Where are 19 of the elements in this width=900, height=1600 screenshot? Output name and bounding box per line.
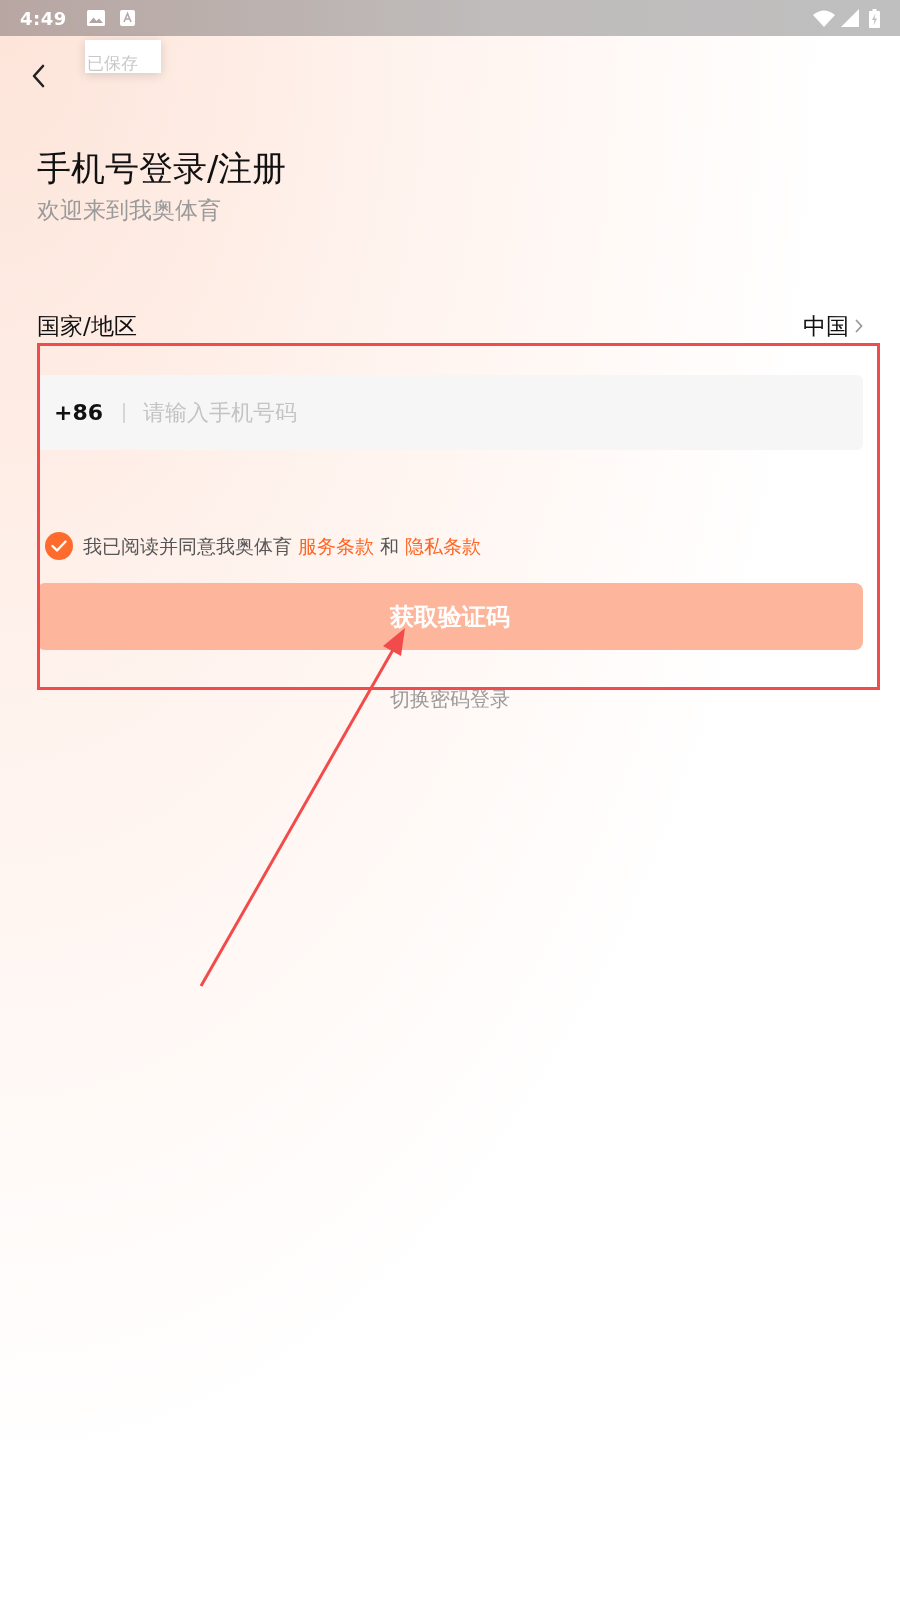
image-icon xyxy=(86,10,105,26)
check-icon xyxy=(51,540,67,552)
region-selector[interactable]: 中国 xyxy=(803,312,863,340)
privacy-link[interactable]: 隐私条款 xyxy=(405,535,481,557)
page-subtitle: 欢迎来到我奥体育 xyxy=(37,196,222,224)
letter-tile-icon xyxy=(119,10,135,26)
region-label: 国家/地区 xyxy=(37,312,137,340)
agreement-text: 我已阅读并同意我奥体育 服务条款 和 隐私条款 xyxy=(83,534,481,558)
signal-icon xyxy=(841,9,859,27)
terms-link[interactable]: 服务条款 xyxy=(298,535,374,557)
password-login-link[interactable]: 切换密码登录 xyxy=(390,686,510,712)
back-icon xyxy=(31,64,45,88)
country-code: +86 xyxy=(54,399,104,427)
battery-charging-icon xyxy=(869,8,880,28)
status-time: 4:49 xyxy=(20,6,67,31)
page-title: 手机号登录/注册 xyxy=(37,148,288,188)
wifi-icon xyxy=(813,9,835,27)
chevron-right-icon xyxy=(855,319,863,333)
agreement-checkbox[interactable] xyxy=(45,532,73,560)
